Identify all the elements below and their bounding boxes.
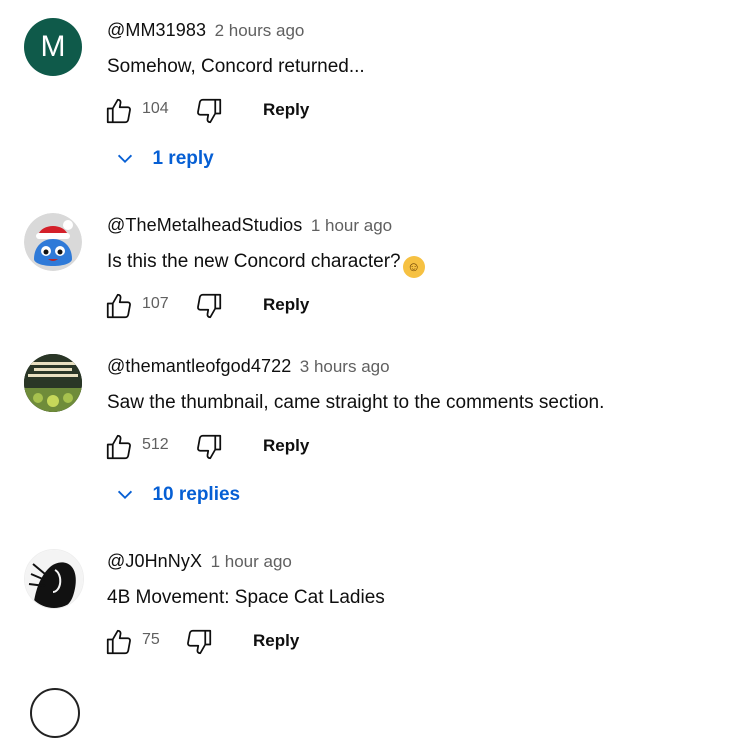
thumbs-down-icon (197, 293, 222, 319)
thumbs-up-icon (106, 434, 131, 460)
dislike-button[interactable] (184, 627, 214, 657)
thumbs-up-icon (106, 293, 131, 319)
rolling-on-floor-laughing-icon: ☺ (402, 256, 425, 278)
reply-button[interactable]: Reply (263, 100, 309, 120)
comment-text: Saw the thumbnail, came straight to the … (107, 392, 605, 413)
comment-header: @themantleofgod4722 3 hours ago (107, 356, 390, 377)
comment-toolbar: 104 Reply (104, 96, 364, 128)
comment-thread: @themantleofgod4722 3 hours ago Saw the … (0, 354, 732, 524)
comment-author[interactable]: @MM31983 (107, 20, 206, 40)
comment-timestamp[interactable]: 1 hour ago (211, 552, 292, 571)
comment-header: @J0HnNyX 1 hour ago (107, 551, 292, 572)
like-count: 75 (142, 631, 160, 648)
reply-button[interactable]: Reply (263, 436, 309, 456)
comment-thread: M @MM31983 2 hours ago Somehow, Concord … (0, 18, 732, 188)
slime-avatar-image (24, 213, 82, 271)
comment-timestamp[interactable]: 3 hours ago (300, 357, 390, 376)
avatar[interactable] (24, 213, 82, 271)
avatar[interactable] (24, 354, 82, 412)
replies-count-label: 10 replies (152, 484, 241, 505)
comment-author[interactable]: @J0HnNyX (107, 551, 202, 571)
view-replies-button[interactable]: 10 replies (114, 484, 240, 506)
like-button[interactable] (104, 291, 134, 321)
comment-thread: @J0HnNyX 1 hour ago 4B Movement: Space C… (0, 549, 732, 669)
like-count: 512 (142, 436, 169, 453)
comment-author[interactable]: @themantleofgod4722 (107, 356, 291, 376)
replies-count-label: 1 reply (152, 148, 214, 169)
comment-toolbar: 75 Reply (104, 627, 364, 659)
dislike-button[interactable] (194, 96, 224, 126)
comment-header: @TheMetalheadStudios 1 hour ago (107, 215, 392, 236)
comment-toolbar: 512 Reply (104, 432, 364, 464)
thumbs-down-icon (197, 434, 222, 460)
next-comment-avatar-edge (30, 688, 80, 738)
thumbs-down-icon (197, 98, 222, 124)
comment-thread: @TheMetalheadStudios 1 hour ago Is this … (0, 213, 732, 333)
ink-figure-avatar-image (25, 550, 83, 608)
reply-button[interactable]: Reply (263, 295, 309, 315)
dislike-button[interactable] (194, 291, 224, 321)
like-count: 107 (142, 295, 169, 312)
comment-timestamp[interactable]: 1 hour ago (311, 216, 392, 235)
comment-timestamp[interactable]: 2 hours ago (215, 21, 305, 40)
thumbs-down-icon (187, 629, 212, 655)
comment-text: Somehow, Concord returned... (107, 56, 365, 77)
avatar[interactable] (24, 549, 84, 609)
comment-text: 4B Movement: Space Cat Ladies (107, 587, 385, 608)
thumbs-up-icon (106, 98, 131, 124)
avatar[interactable]: M (24, 18, 82, 76)
chevron-down-icon (117, 490, 133, 500)
like-count: 104 (142, 100, 169, 117)
chevron-down-icon (117, 154, 133, 164)
reply-button[interactable]: Reply (253, 631, 299, 651)
good-morning-avatar-image (24, 354, 82, 412)
dislike-button[interactable] (194, 432, 224, 462)
comment-author[interactable]: @TheMetalheadStudios (107, 215, 302, 235)
like-button[interactable] (104, 432, 134, 462)
comment-text-body: Is this the new Concord character? (107, 251, 401, 272)
comment-toolbar: 107 Reply (104, 291, 364, 323)
like-button[interactable] (104, 627, 134, 657)
comment-header: @MM31983 2 hours ago (107, 20, 304, 41)
like-button[interactable] (104, 96, 134, 126)
comment-text: Is this the new Concord character? ☺ (107, 251, 425, 278)
view-replies-button[interactable]: 1 reply (114, 148, 214, 170)
thumbs-up-icon (106, 629, 131, 655)
